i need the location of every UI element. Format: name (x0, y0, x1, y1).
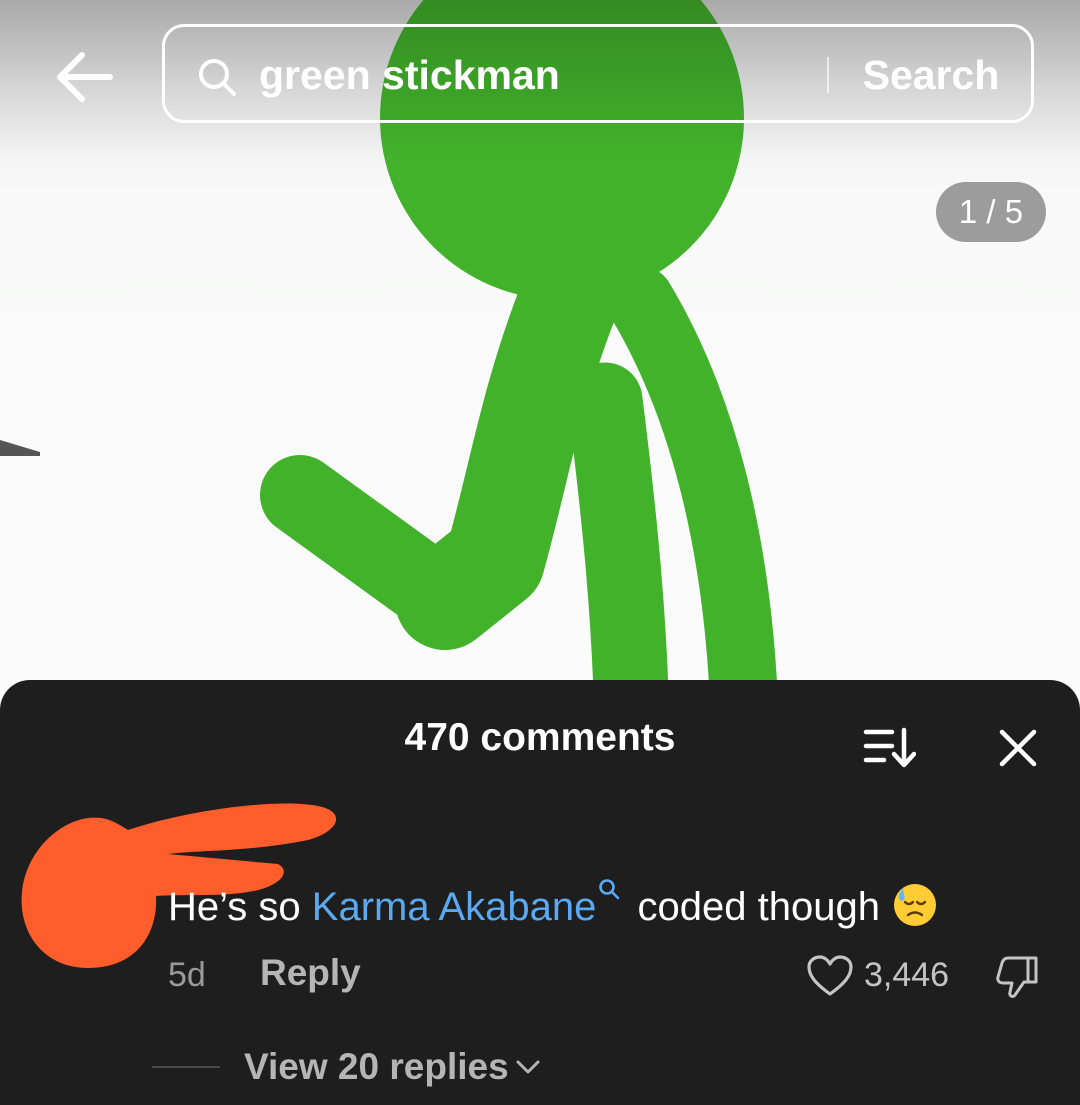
heart-icon (807, 955, 853, 996)
comment-age: 5d (168, 956, 206, 994)
mention-search-icon[interactable] (598, 878, 620, 900)
thumbs-down-icon (996, 956, 1038, 998)
close-comments-button[interactable] (996, 726, 1040, 770)
comments-count-title: 470 comments (404, 716, 676, 759)
comments-sheet: 470 comments He’s so Karma Akabane coded… (0, 680, 1080, 1105)
stray-mark (0, 440, 40, 456)
like-count: 3,446 (864, 956, 950, 994)
sort-icon (863, 727, 917, 768)
search-input[interactable] (259, 47, 819, 103)
view-replies-label: View 20 replies (244, 1046, 509, 1087)
downcast-face-with-sweat-icon (893, 884, 936, 926)
chevron-down-icon (516, 1060, 540, 1074)
back-button[interactable] (52, 44, 118, 110)
stickman-arm (260, 455, 485, 640)
image-page-counter: 1 / 5 (936, 182, 1046, 242)
comment-text-after: coded though (626, 885, 880, 929)
back-arrow-icon (57, 52, 113, 102)
search-divider (827, 57, 829, 93)
search-bar[interactable]: Search (162, 24, 1034, 123)
replies-divider-line (152, 1066, 220, 1068)
dislike-button[interactable] (994, 952, 1042, 1000)
like-button[interactable] (806, 954, 854, 998)
search-button[interactable]: Search (841, 45, 1021, 105)
comment-text-before: He’s so (168, 885, 312, 929)
stickman-leg-left (567, 362, 670, 720)
reply-button[interactable]: Reply (260, 952, 361, 994)
comment-text: He’s so Karma Akabane coded though (168, 878, 938, 934)
close-icon (999, 729, 1037, 767)
stickman-body (395, 252, 618, 650)
search-icon (199, 59, 236, 96)
sort-comments-button[interactable] (862, 726, 917, 770)
view-replies-button[interactable]: View 20 replies (244, 1046, 541, 1088)
mention-link[interactable]: Karma Akabane (312, 885, 597, 929)
